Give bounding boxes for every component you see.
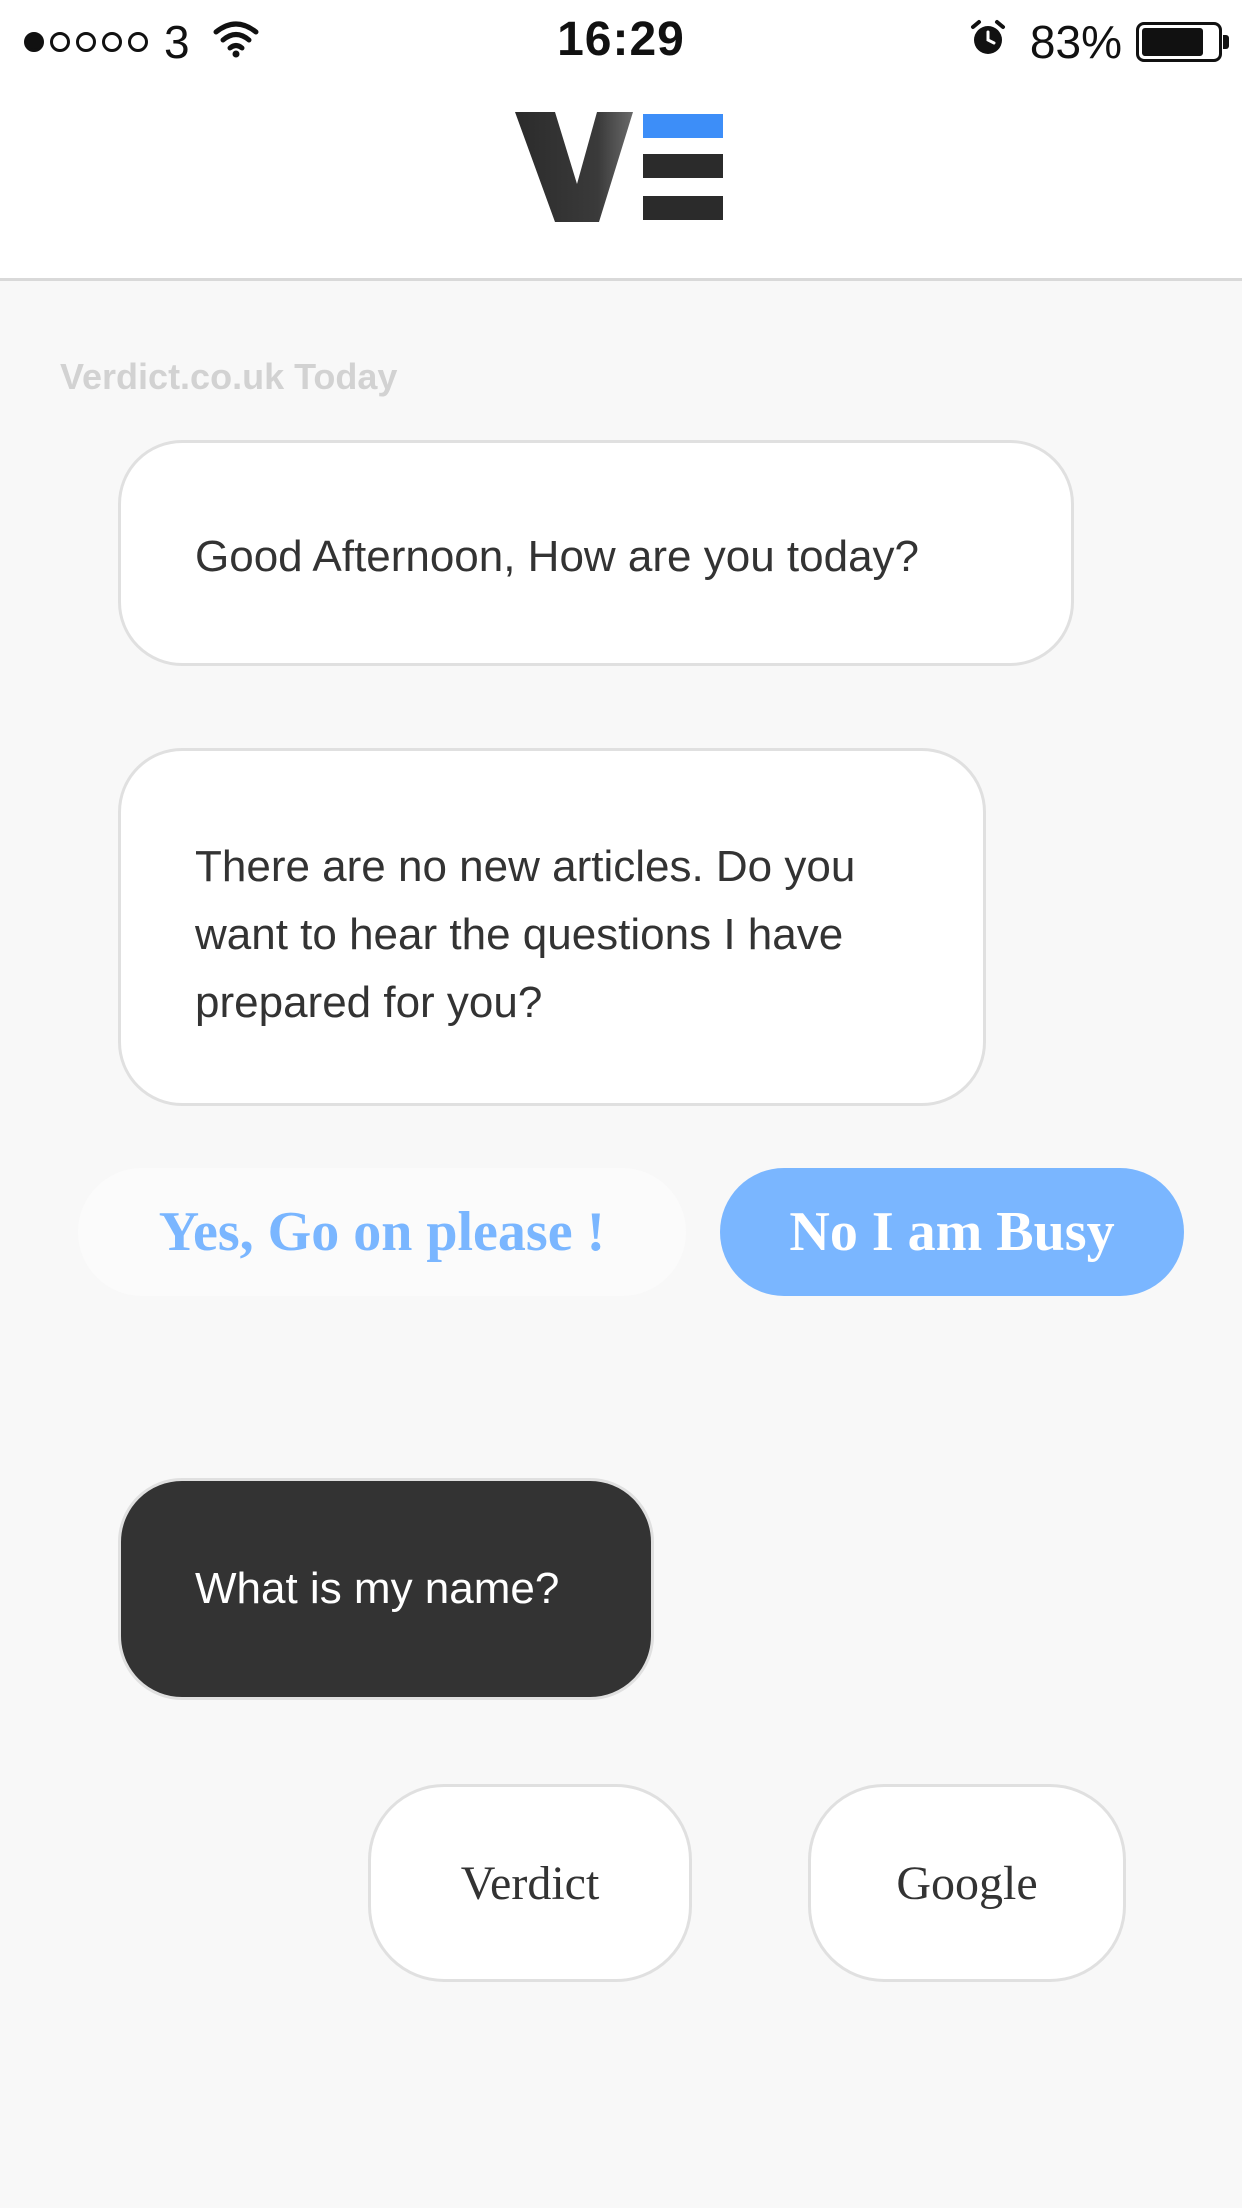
yes-go-on-button[interactable]: Yes, Go on please ! xyxy=(78,1168,686,1296)
no-busy-button[interactable]: No I am Busy xyxy=(720,1168,1184,1296)
battery-tip xyxy=(1223,35,1229,49)
battery-percent: 83% xyxy=(1029,16,1122,68)
app-header xyxy=(0,84,1242,281)
option-verdict-button[interactable]: Verdict xyxy=(368,1784,692,1982)
option-google-button[interactable]: Google xyxy=(808,1784,1126,1982)
status-right: 83% xyxy=(968,14,1229,70)
battery-icon xyxy=(1136,22,1229,62)
question-text: What is my name? xyxy=(195,1564,560,1613)
verdict-logo xyxy=(515,112,723,222)
bot-message: There are no new articles. Do you want t… xyxy=(118,748,986,1106)
status-bar: 3 16:29 83% xyxy=(0,0,1242,84)
bot-message: Good Afternoon, How are you today? xyxy=(118,440,1074,666)
battery-level xyxy=(1142,28,1204,56)
chat-screen: 3 16:29 83% Verdict.co.uk Today Good Aft… xyxy=(0,0,1242,2208)
question-message: What is my name? xyxy=(118,1478,654,1700)
day-label: Verdict.co.uk Today xyxy=(60,356,398,397)
alarm-icon xyxy=(968,15,1008,69)
